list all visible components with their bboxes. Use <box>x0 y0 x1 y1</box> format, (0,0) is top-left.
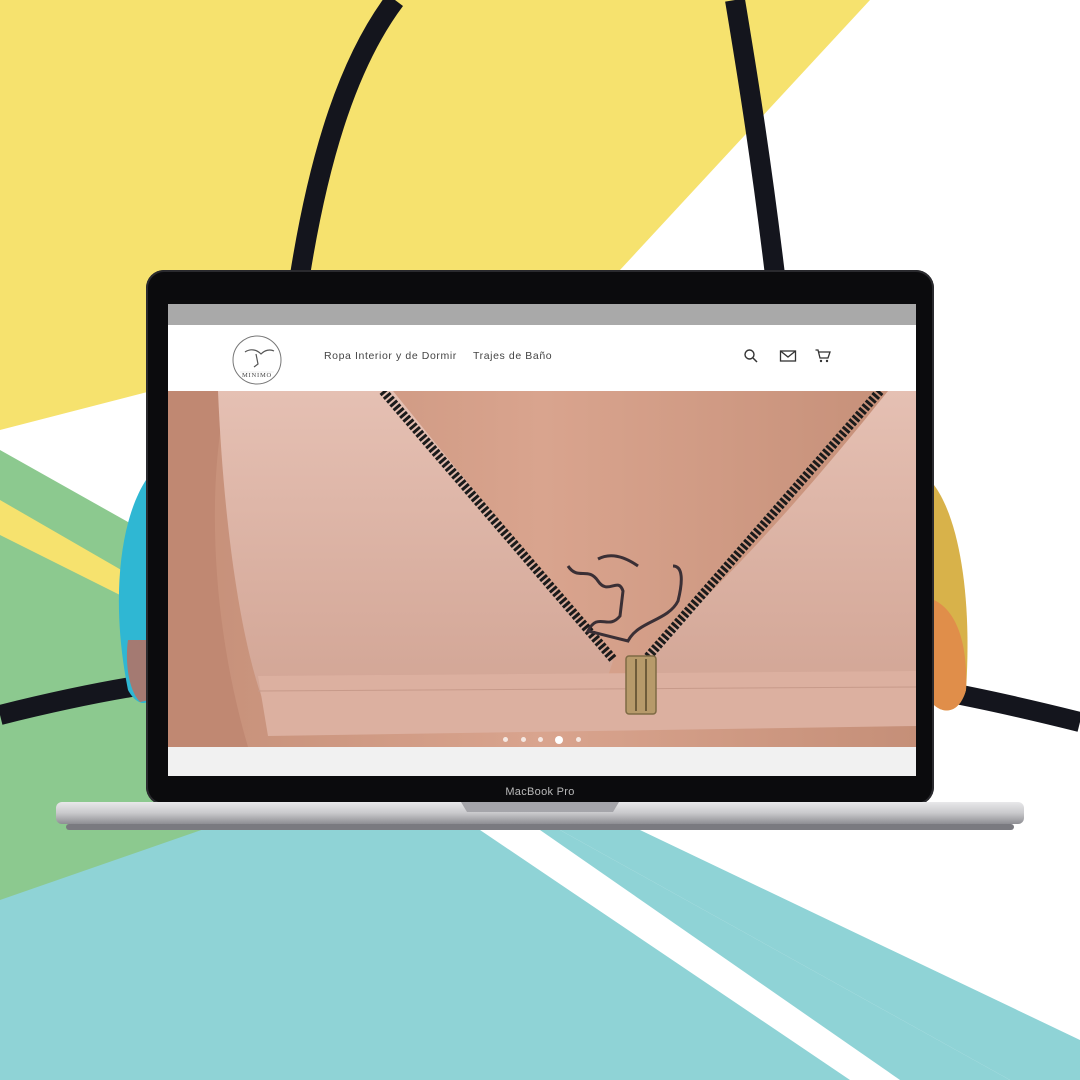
carousel-dot-2[interactable] <box>520 737 526 743</box>
laptop-base <box>56 802 1024 830</box>
laptop-screen: MINIMO Ropa Interior y de Dormir Trajes … <box>168 304 916 776</box>
laptop-model-label: MacBook Pro <box>505 786 575 798</box>
carousel-dot-3[interactable] <box>538 737 543 743</box>
hero-image <box>168 391 916 747</box>
carousel-dot-1[interactable] <box>503 737 509 743</box>
carousel-dots <box>168 731 916 744</box>
site-header: MINIMO Ropa Interior y de Dormir Trajes … <box>168 325 916 391</box>
carousel-dot-4[interactable] <box>555 735 564 744</box>
nav-trajes-bano[interactable]: Trajes de Baño <box>473 350 552 362</box>
hero-carousel[interactable] <box>168 391 916 747</box>
nav-ropa-interior[interactable]: Ropa Interior y de Dormir <box>324 350 457 362</box>
brand-logo[interactable]: MINIMO <box>230 333 284 387</box>
page-content-strip <box>168 747 916 776</box>
mail-icon[interactable] <box>779 347 797 365</box>
logo-text: MINIMO <box>242 372 272 379</box>
browser-bar <box>168 304 916 325</box>
search-icon[interactable] <box>742 347 760 365</box>
cart-icon[interactable] <box>814 347 832 365</box>
carousel-dot-5[interactable] <box>575 737 581 743</box>
